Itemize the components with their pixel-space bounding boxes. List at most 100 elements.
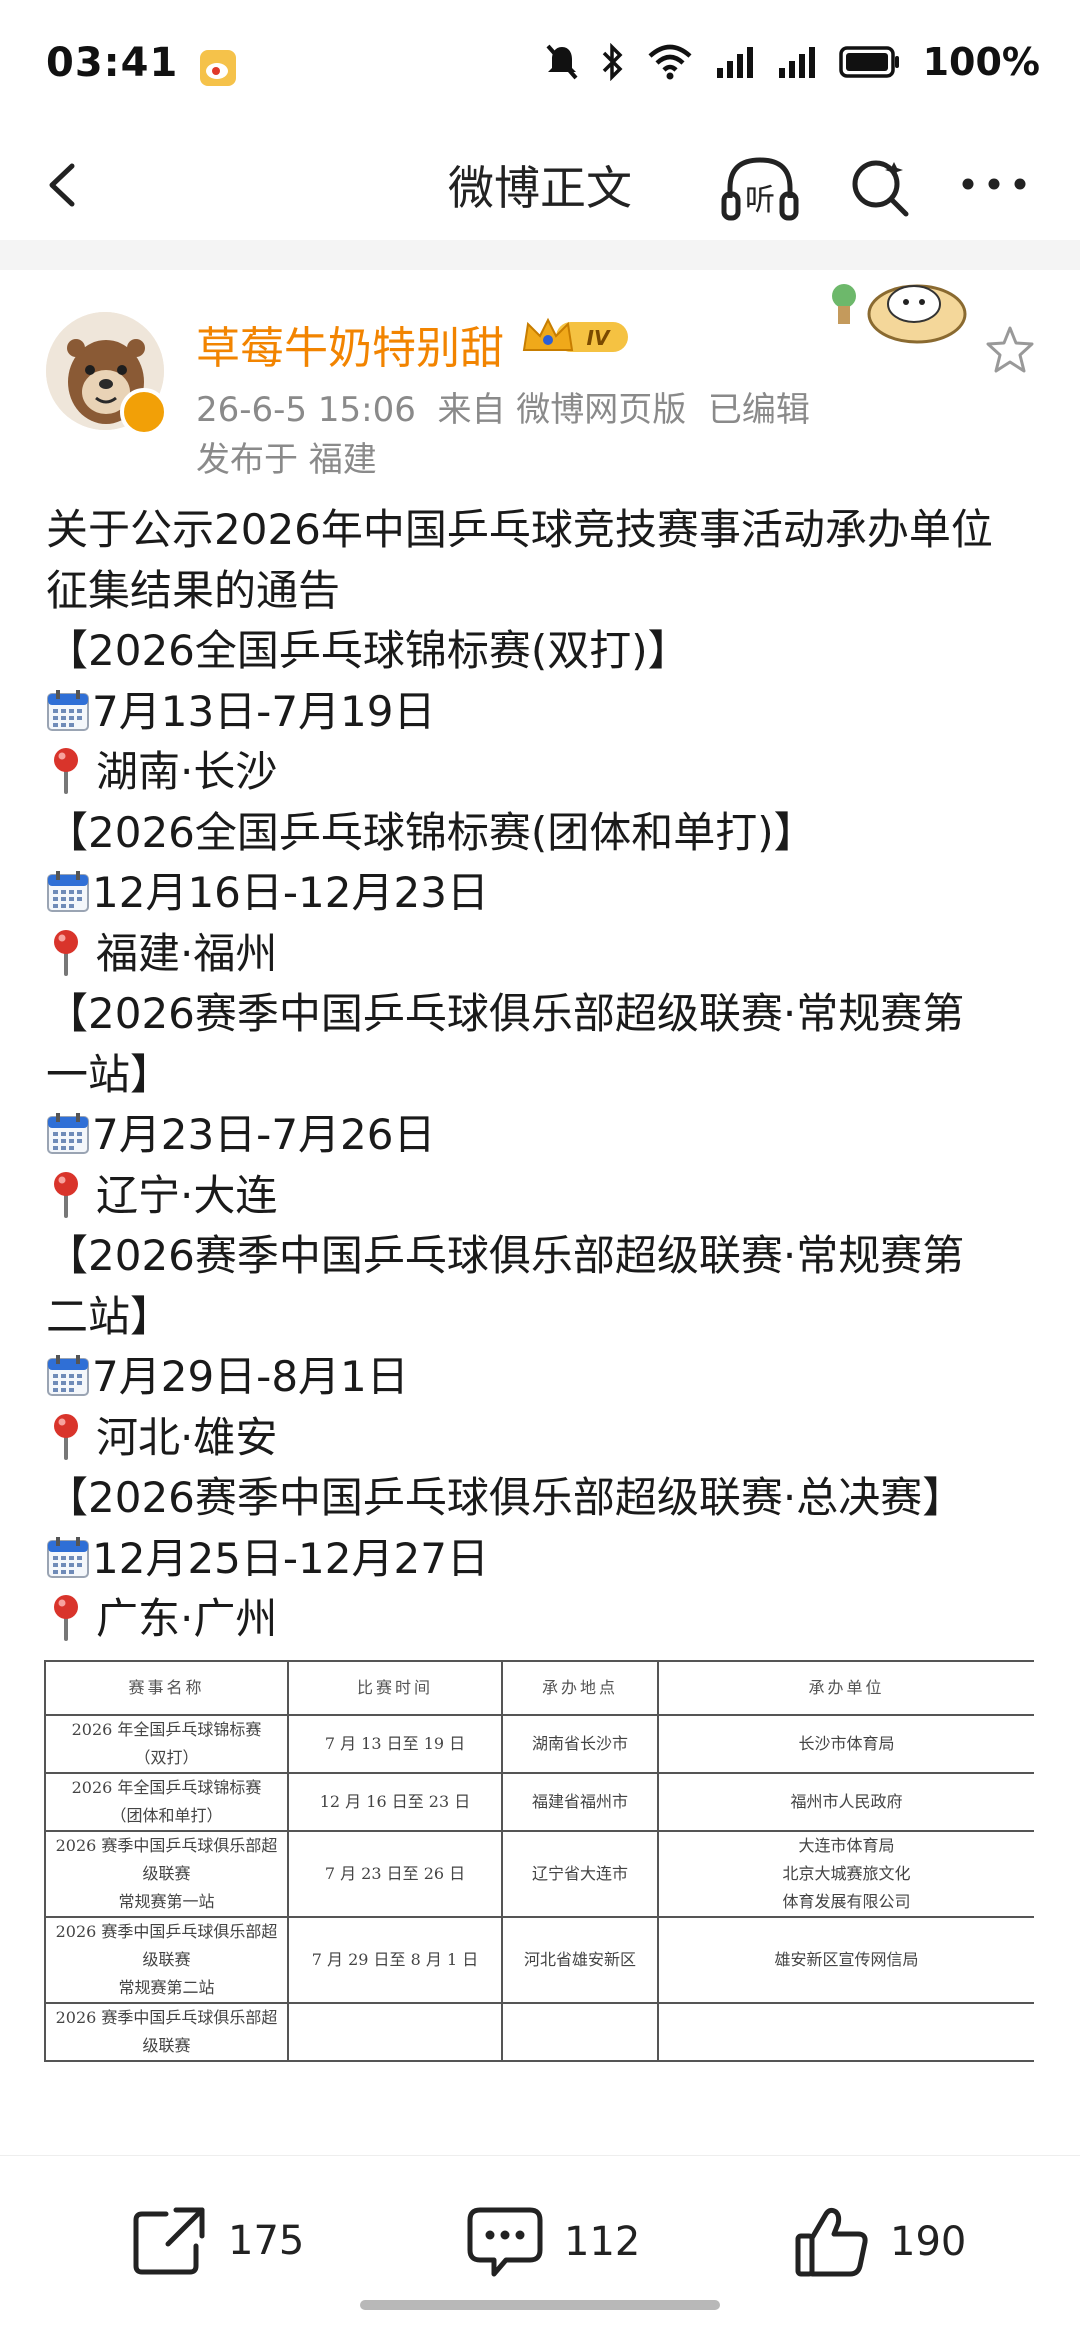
table-cell-line: 雄安新区宣传网信局 <box>774 1950 919 1969</box>
repost-button[interactable]: 175 <box>132 2206 304 2276</box>
location-pin-icon <box>54 1595 78 1641</box>
table-cell: 湖南省长沙市 <box>501 1714 659 1774</box>
wifi-icon <box>648 44 692 80</box>
verified-badge-icon <box>120 388 168 436</box>
table-cell: 辽宁省大连市 <box>501 1830 659 1918</box>
like-button[interactable]: 190 <box>794 2206 966 2278</box>
post-line: 福建·福州 <box>46 924 1046 985</box>
post-line: 【2026赛季中国乒乓球俱乐部超级联赛·总决赛】 <box>46 1468 1046 1529</box>
post-line: 【2026赛季中国乒乓球俱乐部超级联赛·常规赛第 <box>46 1226 1046 1287</box>
table-cell: 福建省福州市 <box>501 1772 659 1832</box>
post-line: 河北·雄安 <box>46 1408 1046 1469</box>
post-line-text: 【2026全国乒乓球锦标赛(双打)】 <box>46 626 690 675</box>
comment-button[interactable]: 112 <box>466 2206 640 2278</box>
cellular-signal-icon <box>716 47 753 78</box>
table-cell: 2026 年全国乒乓球锦标赛 （团体和单打） <box>44 1772 289 1832</box>
table-cell: 大连市体育局 北京大城赛旅文化 体育发展有限公司 <box>657 1830 1034 1918</box>
mute-bell-icon <box>546 44 578 80</box>
post-line-text: 【2026全国乒乓球锦标赛(团体和单打)】 <box>46 807 816 857</box>
table-cell: 7 月 13 日至 19 日 <box>287 1714 503 1774</box>
table-cell: 2026 赛季中国乒乓球俱乐部超级联赛 常规赛第二站 <box>44 1916 289 2004</box>
table-cell-line: 福州市人民政府 <box>790 1792 903 1811</box>
post-line-text: 12月25日-12月27日 <box>92 1533 489 1583</box>
hosting-table: 赛事名称 比赛时间 承办地点 承办单位 2026 年全国乒乓球锦标赛 （双打） 7 … <box>44 1660 1034 2062</box>
table-cell-line: 2026 赛季中国乒乓球俱乐部超级联赛 <box>55 2008 278 2055</box>
table-cell-line: 长沙市体育局 <box>798 1734 895 1753</box>
location-pin-icon <box>54 1171 78 1218</box>
table-cell: 7 月 29 日至 8 月 1 日 <box>287 1916 503 2004</box>
table-cell-line: 2026 年全国乒乓球锦标赛 <box>71 1720 262 1739</box>
table-row: 2026 年全国乒乓球锦标赛 （双打） 7 月 13 日至 19 日湖南省长沙市 长沙… <box>44 1714 1034 1774</box>
search-icon[interactable] <box>848 154 914 220</box>
section-separator <box>0 240 1080 270</box>
level-badge-text: IV <box>587 326 611 350</box>
table-header: 承办单位 <box>657 1660 1034 1716</box>
table-cell-line: 常规赛第一站 <box>118 1892 215 1911</box>
table-cell: 12 月 16 日至 23 日 <box>287 1772 503 1832</box>
post-line-text: 7月23日-7月26日 <box>92 1110 436 1159</box>
post-line-text: 【2026赛季中国乒乓球俱乐部超级联赛·常规赛第 <box>46 989 965 1038</box>
favorite-star-icon[interactable] <box>984 324 1036 376</box>
table-cell-line: （团体和单打） <box>110 1806 223 1825</box>
listen-headphone-icon[interactable]: 听 <box>720 150 800 230</box>
post-line: 7月23日-7月26日 <box>46 1105 1046 1166</box>
sticker-decoration-icon <box>832 284 967 344</box>
cellular-signal-icon-2 <box>778 47 815 78</box>
table-cell <box>501 2002 659 2062</box>
more-options-icon[interactable] <box>958 154 1030 214</box>
listen-label: 听 <box>745 183 775 218</box>
table-header: 承办地点 <box>501 1660 659 1716</box>
bluetooth-icon <box>602 43 623 81</box>
post-line: 【2026赛季中国乒乓球俱乐部超级联赛·常规赛第 <box>46 984 1046 1045</box>
post-line-text: 一站】 <box>46 1049 173 1099</box>
calendar-icon <box>47 1536 89 1578</box>
status-indicators: 100% <box>545 40 1040 84</box>
post-line-text: 福建·福州 <box>96 928 278 978</box>
table-cell-line: 常规赛第二站 <box>118 1978 215 1997</box>
post-line: 12月16日-12月23日 <box>46 863 1046 924</box>
location-pin-icon <box>54 748 78 794</box>
post-line-text: 二站】 <box>46 1291 173 1341</box>
post-line: 一站】 <box>46 1045 1046 1106</box>
post-line: 【2026全国乒乓球锦标赛(双打)】 <box>46 621 1046 682</box>
status-bar: 03:41 100% <box>0 0 1080 130</box>
location-pin-icon <box>54 929 78 976</box>
table-cell: 长沙市体育局 <box>657 1714 1034 1774</box>
post-line-text: 7月13日-7月19日 <box>92 686 436 736</box>
weibo-app-icon <box>200 50 236 86</box>
table-cell: 2026 年全国乒乓球锦标赛 （双打） <box>44 1714 289 1774</box>
home-indicator[interactable] <box>360 2300 720 2310</box>
post-line: 12月25日-12月27日 <box>46 1529 1046 1590</box>
thumbs-up-icon <box>795 2207 868 2277</box>
post-line: 湖南·长沙 <box>46 742 1046 803</box>
post-line-text: 7月29日-8月1日 <box>92 1352 409 1401</box>
post-line-text: 征集结果的通告 <box>46 565 341 615</box>
comment-icon <box>467 2207 543 2277</box>
table-cell: 2026 赛季中国乒乓球俱乐部超级联赛 <box>44 2002 289 2062</box>
calendar-icon <box>47 1355 89 1396</box>
post-body: 关于公示2026年中国乒乓球竞技赛事活动承办单位 征集结果的通告【2026全国乒乓… <box>46 500 1046 1650</box>
table-cell-line: 体育发展有限公司 <box>782 1892 911 1911</box>
table-header: 赛事名称 <box>44 1660 289 1716</box>
comment-count: 112 <box>564 2219 641 2265</box>
post-line-text: 辽宁·大连 <box>96 1170 278 1220</box>
announcement-table-image[interactable]: 赛事名称 比赛时间 承办地点 承办单位 2026 年全国乒乓球锦标赛 （双打） 7 … <box>44 1660 1034 2125</box>
author-name[interactable]: 草莓牛奶特别甜 <box>196 312 504 376</box>
calendar-icon <box>47 689 89 731</box>
post-line-text: 湖南·长沙 <box>96 747 278 796</box>
table-cell-line: 大连市体育局 <box>798 1836 895 1855</box>
post-line-text: 关于公示2026年中国乒乓球竞技赛事活动承办单位 <box>46 505 993 554</box>
post-line: 征集结果的通告 <box>46 561 1046 622</box>
table-cell <box>657 2002 1034 2062</box>
table-cell-line: 2026 年全国乒乓球锦标赛 <box>71 1778 262 1797</box>
post-line: 7月29日-8月1日 <box>46 1347 1046 1408</box>
table-row: 2026 赛季中国乒乓球俱乐部超级联赛 <box>44 2002 1034 2062</box>
calendar-icon <box>47 1113 89 1154</box>
battery-icon <box>838 46 899 78</box>
table-cell: 河北省雄安新区 <box>501 1916 659 2004</box>
crown-level-badge-icon[interactable]: IV <box>520 314 632 360</box>
table-cell: 7 月 23 日至 26 日 <box>287 1830 503 1918</box>
calendar-icon <box>47 871 89 912</box>
table-header-row: 赛事名称 比赛时间 承办地点 承办单位 <box>44 1660 1034 1716</box>
table-row: 2026 赛季中国乒乓球俱乐部超级联赛 常规赛第二站 7 月 29 日至 8 月 1… <box>44 1916 1034 2004</box>
